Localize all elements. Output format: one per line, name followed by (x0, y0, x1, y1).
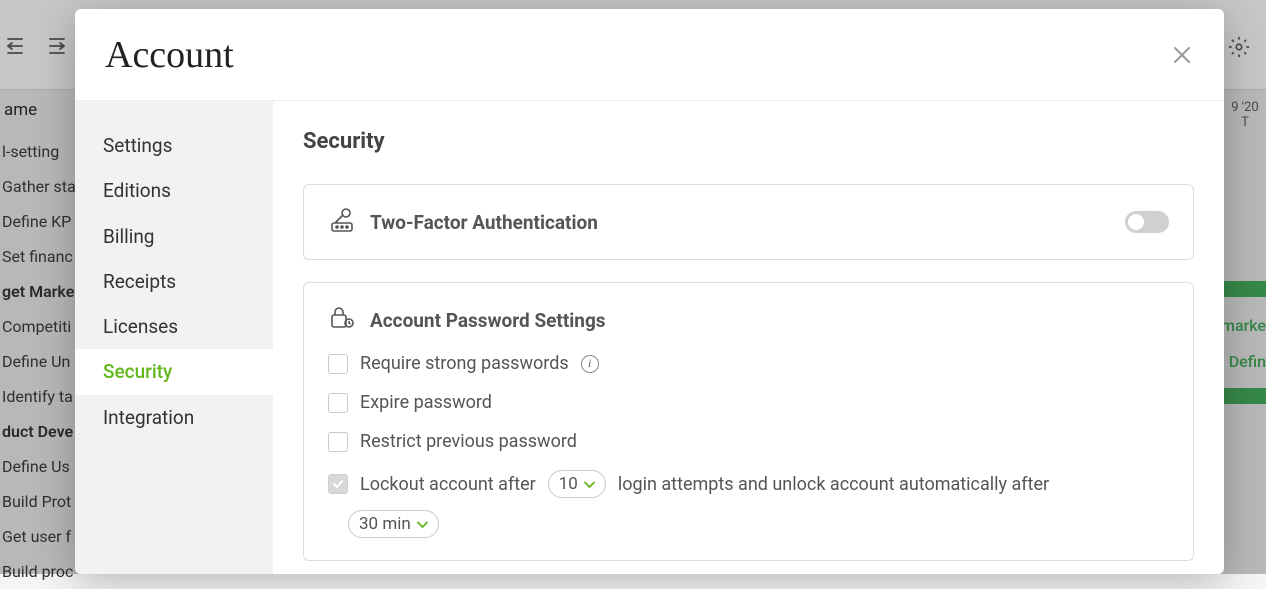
lockout-attempts-value: 10 (559, 473, 578, 495)
modal-title: Account (105, 33, 234, 77)
content-pane: Security Two-Factor Authentication (273, 101, 1224, 574)
modal-header: Account (75, 9, 1224, 101)
two-factor-title: Two-Factor Authentication (370, 211, 598, 234)
sidebar-item-receipts[interactable]: Receipts (75, 259, 273, 304)
restrict-previous-row: Restrict previous password (328, 431, 1169, 452)
expire-password-label: Expire password (360, 392, 492, 413)
expire-password-row: Expire password (328, 392, 1169, 413)
expire-password-checkbox[interactable] (328, 393, 348, 413)
lockout-prefix: Lockout account after (360, 474, 536, 495)
require-strong-label: Require strong passwords (360, 353, 569, 374)
password-settings-header: Account Password Settings (328, 305, 1169, 335)
password-settings-panel: Account Password Settings Require strong… (303, 282, 1194, 561)
sidebar-item-security[interactable]: Security (75, 349, 273, 394)
sidebar-item-editions[interactable]: Editions (75, 168, 273, 213)
two-factor-toggle[interactable] (1125, 211, 1169, 233)
lockout-row: Lockout account after 10 login attempts … (328, 470, 1169, 538)
restrict-previous-checkbox[interactable] (328, 432, 348, 452)
chevron-down-icon (584, 473, 595, 495)
password-settings-title: Account Password Settings (370, 309, 606, 332)
close-icon (1170, 43, 1194, 67)
info-icon[interactable]: i (581, 355, 599, 373)
account-modal: Account SettingsEditionsBillingReceiptsL… (75, 9, 1224, 574)
require-strong-checkbox[interactable] (328, 354, 348, 374)
require-strong-row: Require strong passwords i (328, 353, 1169, 374)
chevron-down-icon (417, 513, 428, 535)
sidebar-item-licenses[interactable]: Licenses (75, 304, 273, 349)
content-heading: Security (303, 129, 1194, 154)
lockout-duration-select[interactable]: 30 min (348, 510, 439, 538)
restrict-previous-label: Restrict previous password (360, 431, 577, 452)
sidebar-item-settings[interactable]: Settings (75, 123, 273, 168)
lockout-duration-value: 30 min (359, 513, 411, 535)
sidebar: SettingsEditionsBillingReceiptsLicensesS… (75, 101, 273, 574)
two-factor-panel: Two-Factor Authentication (303, 184, 1194, 260)
lockout-attempts-select[interactable]: 10 (548, 470, 606, 498)
password-lock-icon (328, 305, 356, 335)
lockout-checkbox[interactable] (328, 474, 348, 494)
two-factor-icon (328, 207, 356, 237)
modal-body: SettingsEditionsBillingReceiptsLicensesS… (75, 101, 1224, 574)
two-factor-header: Two-Factor Authentication (328, 207, 1169, 237)
close-button[interactable] (1170, 43, 1194, 67)
sidebar-item-billing[interactable]: Billing (75, 214, 273, 259)
sidebar-item-integration[interactable]: Integration (75, 395, 273, 440)
lockout-middle: login attempts and unlock account automa… (618, 474, 1049, 495)
